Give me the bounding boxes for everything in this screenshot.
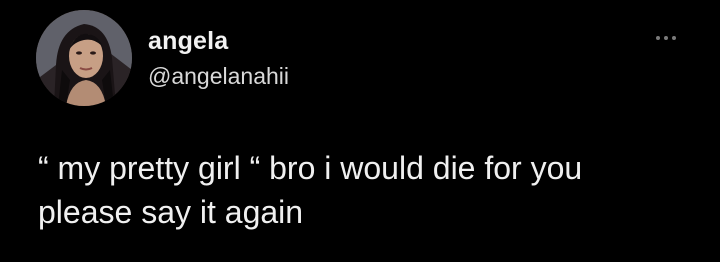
avatar[interactable] [36,10,132,106]
tweet-text-line: please say it again [38,194,304,230]
author-display-name[interactable]: angela [148,27,228,56]
more-options-icon[interactable] [648,30,684,46]
tweet-card: angela @angelanahii “ my pretty girl “ b… [0,0,720,262]
tweet-text-line: “ my pretty girl “ bro i would die for y… [38,150,583,186]
tweet-text: “ my pretty girl “ bro i would die for y… [38,146,698,234]
more-dot [656,36,660,40]
more-dot [672,36,676,40]
author-handle[interactable]: @angelanahii [148,63,289,90]
avatar-photo-icon [36,10,132,106]
more-dot [664,36,668,40]
